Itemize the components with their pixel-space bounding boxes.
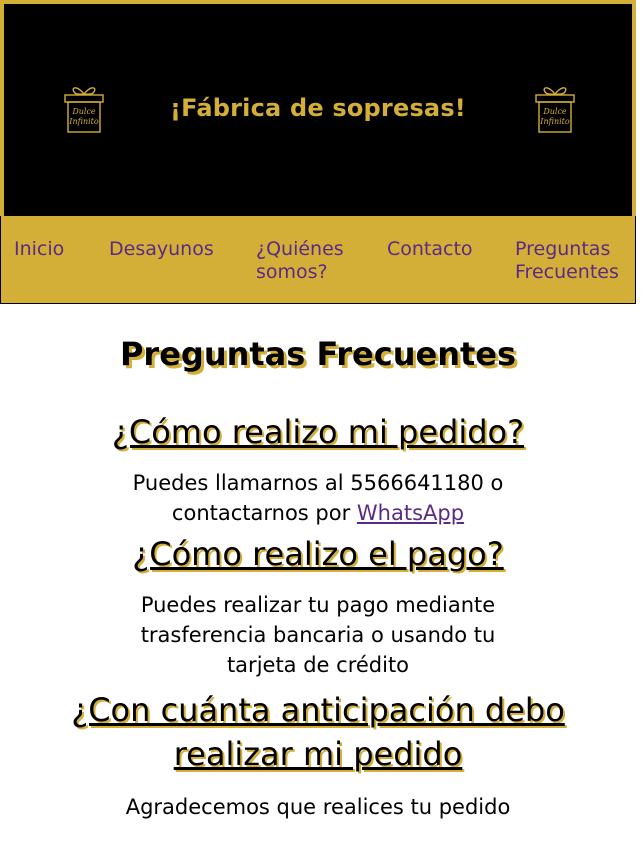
faq-answer: Puedes llamarnos al 5566641180 o contact… bbox=[83, 468, 553, 528]
logo-text-line2: Infinito bbox=[539, 117, 570, 126]
main-navigation: Inicio Desayunos ¿Quiénes somos? Contact… bbox=[0, 216, 636, 304]
nav-link-quienes-somos[interactable]: ¿Quiénes somos? bbox=[256, 238, 356, 284]
faq-question: ¿Con cuánta anticipación debo realizar m… bbox=[71, 691, 565, 773]
gift-box-icon: Dulce Infinito bbox=[535, 87, 575, 133]
nav-link-preguntas-frecuentes[interactable]: Preguntas Frecuentes bbox=[515, 238, 630, 284]
faq-section: Preguntas Frecuentes ¿Cómo realizo mi pe… bbox=[0, 304, 636, 822]
faq-question: ¿Cómo realizo el pago? bbox=[132, 535, 504, 573]
logo-text-line1: Dulce bbox=[542, 107, 567, 116]
faq-answer: Puedes realizar tu pago mediante trasfer… bbox=[140, 593, 496, 677]
site-header: Dulce Infinito ¡Fábrica de sopresas! Dul… bbox=[0, 0, 636, 216]
nav-link-desayunos[interactable]: Desayunos bbox=[109, 238, 214, 261]
nav-link-inicio[interactable]: Inicio bbox=[14, 238, 64, 261]
whatsapp-link[interactable]: WhatsApp bbox=[357, 501, 464, 525]
faq-question: ¿Cómo realizo mi pedido? bbox=[111, 413, 525, 451]
faq-answer: Agradecemos que realices tu pedido bbox=[125, 795, 511, 819]
nav-link-contacto[interactable]: Contacto bbox=[387, 238, 473, 261]
page-title: Preguntas Frecuentes bbox=[119, 335, 517, 373]
